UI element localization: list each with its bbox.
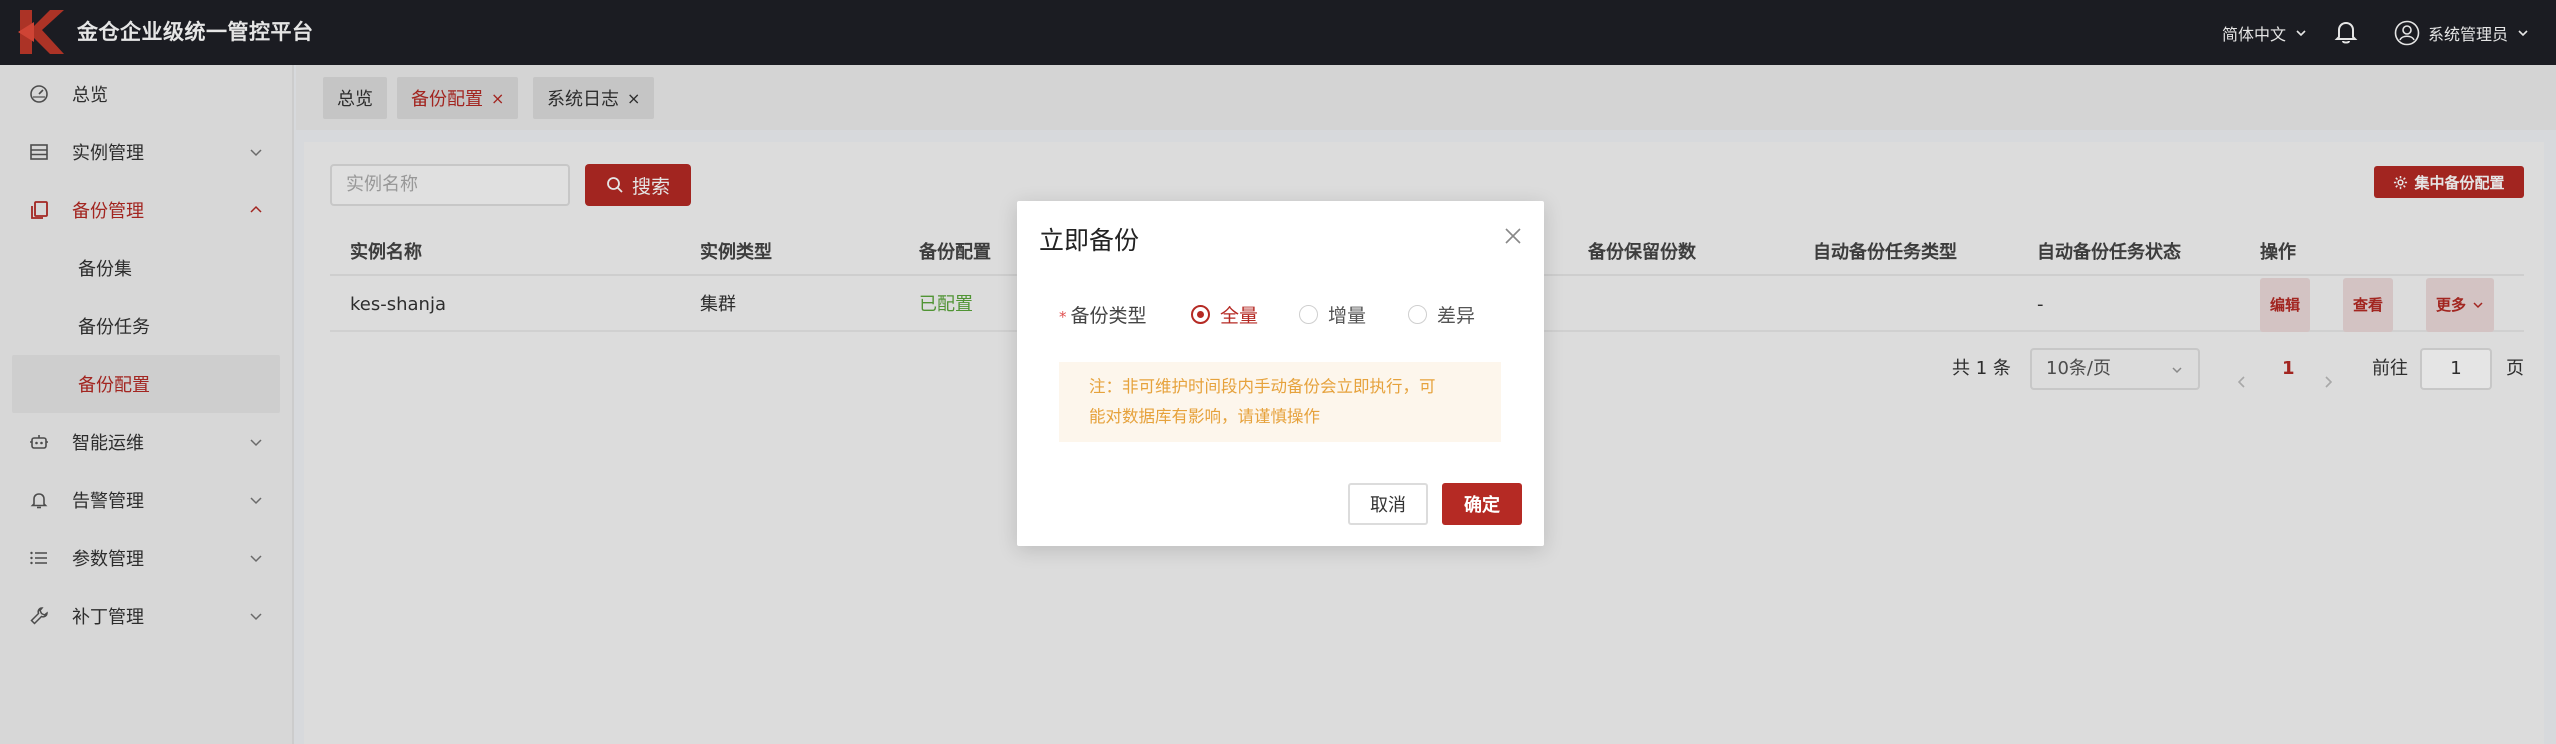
backup-now-dialog: 立即备份 * 备份类型 全量 增量 差异 注：非可维护时间段内手动备份会立即执行，… bbox=[1017, 201, 1544, 546]
backup-type-label: * 备份类型 bbox=[1059, 301, 1147, 328]
radio-label: 差异 bbox=[1437, 305, 1476, 327]
confirm-button[interactable]: 确定 bbox=[1442, 483, 1522, 525]
warning-notice: 注：非可维护时间段内手动备份会立即执行，可 能对数据库有影响，请谨慎操作 bbox=[1059, 362, 1501, 442]
radio-incremental-backup[interactable]: 增量 bbox=[1299, 301, 1366, 328]
radio-label: 增量 bbox=[1328, 305, 1367, 327]
radio-differential-backup[interactable]: 差异 bbox=[1408, 301, 1475, 328]
radio-unchecked-icon bbox=[1408, 305, 1427, 324]
notice-line: 注：非可维护时间段内手动备份会立即执行，可 bbox=[1089, 377, 1436, 396]
dialog-title: 立即备份 bbox=[1039, 226, 1140, 255]
radio-full-backup[interactable]: 全量 bbox=[1191, 301, 1258, 328]
notice-line: 能对数据库有影响，请谨慎操作 bbox=[1089, 407, 1320, 426]
backup-type-label-text: 备份类型 bbox=[1070, 305, 1147, 327]
close-icon[interactable] bbox=[1504, 227, 1522, 245]
radio-checked-icon bbox=[1191, 305, 1210, 324]
cancel-button[interactable]: 取消 bbox=[1348, 483, 1428, 525]
required-mark: * bbox=[1059, 308, 1067, 326]
radio-unchecked-icon bbox=[1299, 305, 1318, 324]
radio-label: 全量 bbox=[1220, 305, 1259, 327]
